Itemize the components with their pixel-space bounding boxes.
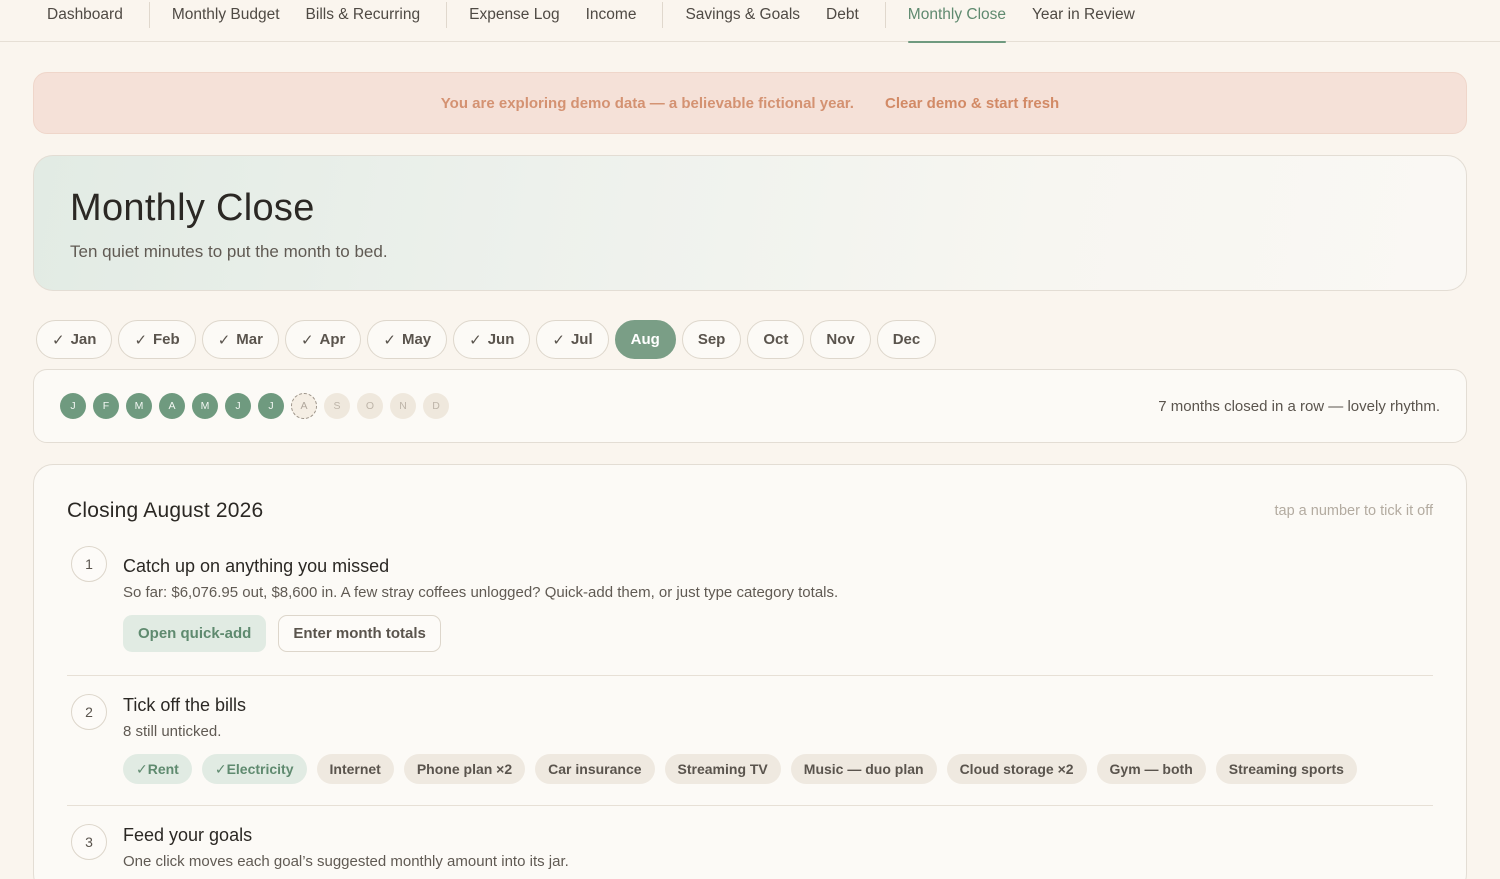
step-number-button[interactable]: 3 (71, 824, 107, 860)
step-number-button[interactable]: 2 (71, 694, 107, 730)
open-quick-add-button[interactable]: Open quick-add (123, 615, 267, 652)
step-actions: Open quick-add Enter month totals (123, 615, 1433, 652)
check-icon: ✓ (300, 331, 314, 349)
bill-chip[interactable]: Gym — both (1096, 754, 1206, 784)
page-hero: Monthly Close Ten quiet minutes to put t… (33, 155, 1467, 291)
streak-dot-closed: M (192, 393, 218, 419)
nav-income[interactable]: Income (586, 0, 637, 42)
bill-chip[interactable]: Music — duo plan (790, 754, 937, 784)
streak-card: JFMAMJJASOND 7 months closed in a row — … (33, 369, 1467, 443)
step-title: Catch up on anything you missed (123, 556, 390, 576)
bill-chips: ✓Rent ✓Electricity Internet Phone plan ×2 Ca… (123, 754, 1433, 784)
step-description: 8 still unticked. (123, 723, 222, 740)
nav-dashboard[interactable]: Dashboard (47, 0, 123, 42)
month-label: Mar (236, 331, 263, 348)
month-label: Oct (763, 331, 789, 348)
nav-bills-recurring[interactable]: Bills & Recurring (306, 0, 421, 42)
demo-banner-message: You are exploring demo data — a believab… (440, 94, 854, 112)
month-label: Nov (826, 331, 855, 348)
streak-message: 7 months closed in a row — lovely rhythm… (1158, 397, 1440, 415)
step-number-button[interactable]: 1 (71, 546, 107, 582)
month-label: Aug (630, 331, 660, 348)
month-label: Jun (487, 331, 515, 348)
month-pill-jan[interactable]: ✓ Jan (36, 320, 113, 359)
nav-year-in-review[interactable]: Year in Review (1032, 0, 1135, 42)
bill-chip[interactable]: Streaming TV (664, 754, 781, 784)
streak-dot-closed: J (60, 393, 86, 419)
streak-dot-closed: J (225, 393, 251, 419)
month-pill-aug[interactable]: Aug (614, 320, 676, 359)
bill-chip[interactable]: ✓Electricity (201, 754, 307, 784)
nav-divider (662, 2, 664, 28)
nav-divider (148, 2, 150, 28)
streak-dot-future: O (357, 393, 383, 419)
step-title: Feed your goals (123, 825, 253, 845)
month-pill-dec[interactable]: Dec (876, 320, 937, 359)
month-selector: ✓ Jan ✓ Feb ✓ Mar ✓ Apr ✓ May ✓ Jun ✓ Jul Aug Sep Oct Nov… (36, 320, 937, 359)
nav-savings-goals[interactable]: Savings & Goals (685, 0, 800, 42)
step-description: So far: $6,076.95 out, $8,600 in. A few … (123, 584, 839, 601)
step-catch-up: 1 Catch up on anything you missed So far… (67, 546, 1433, 675)
check-icon: ✓ (383, 331, 396, 349)
check-icon: ✓ (52, 331, 65, 349)
check-icon: ✓ (469, 331, 482, 349)
month-pill-apr[interactable]: ✓ Apr (284, 320, 362, 359)
month-pill-oct[interactable]: Oct (747, 320, 805, 359)
bill-chip[interactable]: Internet (316, 754, 394, 784)
month-label: Jan (70, 331, 97, 348)
month-label: Dec (892, 331, 921, 348)
month-pill-may[interactable]: ✓ May (367, 320, 448, 359)
step-description: One click moves each goal’s suggested mo… (123, 853, 569, 870)
month-label: Sep (697, 331, 726, 348)
month-pill-feb[interactable]: ✓ Feb (118, 320, 196, 359)
checklist-header: Closing August 2026 tap a number to tick… (67, 465, 1433, 555)
page-subtitle: Ten quiet minutes to put the month to be… (70, 242, 388, 261)
nav-divider (446, 2, 448, 28)
streak-dot-future: S (324, 393, 350, 419)
check-icon: ✓ (134, 331, 148, 349)
clear-demo-link[interactable]: Clear demo & start fresh (885, 95, 1059, 112)
check-icon: ✓ (552, 331, 565, 349)
month-label: Apr (319, 331, 346, 348)
top-nav: Dashboard Monthly Budget Bills & Recurri… (0, 0, 1500, 43)
page-title: Monthly Close (70, 187, 315, 229)
enter-month-totals-button[interactable]: Enter month totals (278, 615, 441, 652)
nav-monthly-budget[interactable]: Monthly Budget (172, 0, 280, 42)
bill-chip[interactable]: Car insurance (535, 754, 655, 784)
streak-dot-future: D (423, 393, 449, 419)
nav-divider (884, 2, 886, 28)
month-pill-mar[interactable]: ✓ Mar (201, 320, 279, 359)
streak-dot-closed: A (159, 393, 185, 419)
checklist-title: Closing August 2026 (67, 499, 264, 522)
streak-dot-future: N (390, 393, 416, 419)
streak-dot-closed: M (126, 393, 152, 419)
month-pill-jun[interactable]: ✓ Jun (453, 320, 531, 359)
step-goals: 3 Feed your goals One click moves each g… (67, 806, 1433, 870)
month-pill-jul[interactable]: ✓ Jul (536, 320, 609, 359)
month-pill-sep[interactable]: Sep (681, 320, 742, 359)
month-pill-nov[interactable]: Nov (810, 320, 871, 359)
demo-banner: You are exploring demo data — a believab… (33, 72, 1467, 134)
check-icon: ✓ (217, 331, 231, 349)
checklist-hint: tap a number to tick it off (1274, 503, 1433, 519)
nav-monthly-close[interactable]: Monthly Close (907, 0, 1007, 43)
month-label: Feb (153, 331, 180, 348)
bill-chip[interactable]: Streaming sports (1215, 754, 1357, 784)
step-bills: 2 Tick off the bills 8 still unticked. ✓… (67, 676, 1433, 805)
nav-expense-log[interactable]: Expense Log (469, 0, 560, 42)
month-label: Jul (570, 331, 593, 348)
streak-dot-closed: J (258, 393, 284, 419)
bill-chip[interactable]: ✓Rent (123, 754, 192, 784)
step-title: Tick off the bills (123, 695, 247, 715)
bill-chip[interactable]: Cloud storage ×2 (946, 754, 1087, 784)
streak-dot-closed: F (93, 393, 119, 419)
streak-dots: JFMAMJJASOND (60, 393, 449, 419)
month-label: May (401, 331, 432, 348)
nav-debt[interactable]: Debt (826, 0, 859, 42)
streak-dot-current: A (291, 393, 317, 419)
closing-checklist-card: Closing August 2026 tap a number to tick… (33, 464, 1467, 879)
bill-chip[interactable]: Phone plan ×2 (403, 754, 526, 784)
